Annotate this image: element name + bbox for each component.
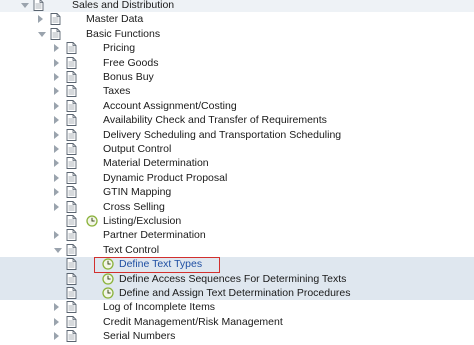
tree-node-cross-selling[interactable]: Cross Selling <box>0 200 474 214</box>
document-icon <box>66 229 77 242</box>
tree-node-label: Define Access Sequences For Determining … <box>119 272 347 285</box>
collapse-arrow-right-icon[interactable] <box>54 44 59 53</box>
tree-node-label: Pricing <box>103 42 136 55</box>
execute-clock-icon[interactable] <box>102 272 114 285</box>
tree-node-label: Partner Determination <box>103 229 206 242</box>
tree-node-label: Taxes <box>103 85 131 98</box>
execute-clock-icon[interactable] <box>102 258 114 270</box>
tree-node-define-text-types[interactable]: Define Text Types <box>0 257 474 272</box>
document-icon <box>66 114 77 127</box>
tree-node-label: Bonus Buy <box>103 71 154 83</box>
tree-node-define-and-assign-text-determination-procedures[interactable]: Define and Assign Text Determination Pro… <box>0 286 474 301</box>
collapse-arrow-right-icon[interactable] <box>54 231 59 240</box>
execute-clock-icon[interactable] <box>86 215 98 227</box>
tree-node-material-determination[interactable]: Material Determination <box>0 156 474 170</box>
tree-node-label: Dynamic Product Proposal <box>103 171 228 184</box>
collapse-arrow-right-icon[interactable] <box>54 317 59 326</box>
tree-node-output-control[interactable]: Output Control <box>0 142 474 156</box>
document-icon <box>66 85 77 98</box>
tree-node-free-goods[interactable]: Free Goods <box>0 56 474 70</box>
document-icon <box>66 42 77 55</box>
expand-arrow-down-icon[interactable] <box>54 247 62 253</box>
tree-node-label: GTIN Mapping <box>103 186 172 199</box>
tree-node-label: Availability Check and Transfer of Requi… <box>103 114 327 127</box>
document-icon <box>66 243 77 256</box>
document-icon <box>66 128 77 141</box>
document-icon <box>66 99 77 112</box>
collapse-arrow-right-icon[interactable] <box>54 202 59 211</box>
document-icon <box>66 272 77 285</box>
tree-node-label: Basic Functions <box>86 27 161 40</box>
tree-node-dynamic-product-proposal[interactable]: Dynamic Product Proposal <box>0 171 474 185</box>
tree-node-label: Account Assignment/Costing <box>103 99 237 112</box>
tree-node-label: Log of Incomplete Items <box>103 301 216 314</box>
collapse-arrow-right-icon[interactable] <box>54 332 59 341</box>
document-icon <box>66 315 77 328</box>
tree-node-pricing[interactable]: Pricing <box>0 41 474 55</box>
collapse-arrow-right-icon[interactable] <box>54 87 59 96</box>
collapse-arrow-right-icon[interactable] <box>54 173 59 182</box>
document-icon <box>33 0 44 11</box>
tree-node-label: Define and Assign Text Determination Pro… <box>119 287 351 299</box>
tree-node-log-of-incomplete-items[interactable]: Log of Incomplete Items <box>0 300 474 314</box>
execute-clock-icon[interactable] <box>102 287 114 299</box>
collapse-arrow-right-icon[interactable] <box>54 116 59 125</box>
tree-node-basic-functions[interactable]: Basic Functions <box>0 27 474 41</box>
tree-node-define-access-sequences-for-determining-texts[interactable]: Define Access Sequences For Determining … <box>0 271 474 286</box>
document-icon <box>66 171 77 184</box>
collapse-arrow-right-icon[interactable] <box>54 130 59 139</box>
tree-node-serial-numbers[interactable]: Serial Numbers <box>0 329 474 343</box>
tree-node-label: Material Determination <box>103 157 209 170</box>
collapse-arrow-right-icon[interactable] <box>54 188 59 197</box>
collapse-arrow-right-icon[interactable] <box>38 15 43 24</box>
tree-node-label: Master Data <box>86 13 144 26</box>
tree-node-listing-exclusion[interactable]: Listing/Exclusion <box>0 214 474 228</box>
collapse-arrow-right-icon[interactable] <box>54 58 59 67</box>
tree-node-label: Listing/Exclusion <box>103 215 182 227</box>
document-icon <box>66 330 77 343</box>
document-icon <box>66 287 77 299</box>
document-icon <box>66 215 77 227</box>
collapse-arrow-right-icon[interactable] <box>54 73 59 81</box>
tree-node-master-data[interactable]: Master Data <box>0 12 474 26</box>
tree-node-account-assignment-costing[interactable]: Account Assignment/Costing <box>0 99 474 113</box>
tree-node-text-control[interactable]: Text Control <box>0 243 474 257</box>
collapse-arrow-right-icon[interactable] <box>54 303 59 312</box>
img-tree: Sales and Distribution Master Data Basic F… <box>0 0 474 345</box>
tree-node-bonus-buy[interactable]: Bonus Buy <box>0 70 474 84</box>
tree-node-label: Serial Numbers <box>103 330 176 343</box>
tree-node-sales-and-distribution[interactable]: Sales and Distribution <box>0 0 474 13</box>
document-icon <box>50 27 61 40</box>
tree-node-taxes[interactable]: Taxes <box>0 84 474 98</box>
tree-node-label: Cross Selling <box>103 200 165 213</box>
tree-node-label: Define Text Types <box>119 258 203 271</box>
tree-node-label: Credit Management/Risk Management <box>103 315 283 328</box>
tree-node-gtin-mapping[interactable]: GTIN Mapping <box>0 185 474 199</box>
tree-node-label: Sales and Distribution <box>72 0 175 11</box>
collapse-arrow-right-icon[interactable] <box>54 101 59 110</box>
expand-arrow-down-icon[interactable] <box>38 31 46 37</box>
document-icon <box>66 200 77 213</box>
document-icon <box>66 56 77 69</box>
tree-node-partner-determination[interactable]: Partner Determination <box>0 228 474 242</box>
tree-node-availability-check-and-transfer-of-requirements[interactable]: Availability Check and Transfer of Requi… <box>0 113 474 127</box>
tree-node-delivery-scheduling-and-transportation-scheduling[interactable]: Delivery Scheduling and Transportation S… <box>0 128 474 142</box>
document-icon <box>66 71 77 83</box>
document-icon <box>66 143 77 155</box>
tree-node-label: Delivery Scheduling and Transportation S… <box>103 128 342 141</box>
tree-node-label: Output Control <box>103 143 172 155</box>
collapse-arrow-right-icon[interactable] <box>54 145 59 153</box>
document-icon <box>66 157 77 170</box>
document-icon <box>66 186 77 199</box>
document-icon <box>50 13 61 26</box>
document-icon <box>66 258 77 271</box>
tree-node-label: Text Control <box>103 243 160 256</box>
expand-arrow-down-icon[interactable] <box>21 3 29 8</box>
collapse-arrow-right-icon[interactable] <box>54 159 59 168</box>
document-icon <box>66 301 77 314</box>
tree-node-credit-management-risk-management[interactable]: Credit Management/Risk Management <box>0 315 474 329</box>
tree-node-label: Free Goods <box>103 56 159 69</box>
